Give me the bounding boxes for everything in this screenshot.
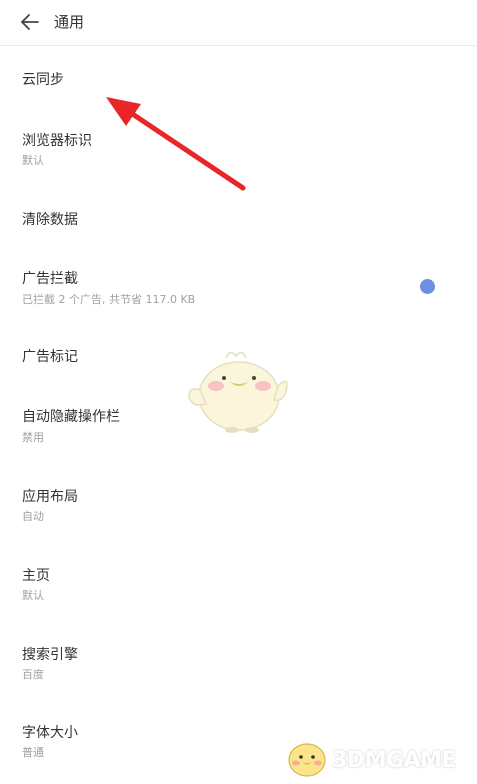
setting-title: 浏览器标识 bbox=[22, 133, 92, 149]
watermark-logo: 3DMGAME bbox=[284, 736, 474, 780]
setting-ad-block[interactable]: 广告拦截 已拦截 2 个广告, 共节省 117.0 KB bbox=[0, 248, 477, 338]
chick-mascot-icon bbox=[188, 351, 288, 433]
setting-clear-data[interactable]: 清除数据 bbox=[0, 186, 477, 248]
setting-title: 应用布局 bbox=[22, 489, 78, 505]
chick-logo-icon bbox=[288, 743, 326, 777]
setting-subtitle: 默认 bbox=[22, 589, 44, 602]
setting-title: 云同步 bbox=[22, 72, 64, 88]
setting-title: 字体大小 bbox=[22, 725, 78, 741]
setting-title: 广告标记 bbox=[22, 349, 78, 365]
back-button[interactable] bbox=[14, 6, 48, 38]
setting-cloud-sync[interactable]: 云同步 bbox=[0, 46, 477, 106]
setting-title: 广告拦截 bbox=[22, 271, 78, 287]
setting-subtitle: 普通 bbox=[22, 746, 44, 759]
setting-title: 搜索引擎 bbox=[22, 647, 78, 663]
setting-app-layout[interactable]: 应用布局 自动 bbox=[0, 476, 477, 554]
setting-subtitle: 禁用 bbox=[22, 431, 44, 444]
setting-title: 清除数据 bbox=[22, 212, 78, 228]
setting-homepage[interactable]: 主页 默认 bbox=[0, 554, 477, 634]
ad-block-toggle[interactable] bbox=[420, 279, 435, 294]
setting-subtitle: 默认 bbox=[22, 154, 44, 167]
setting-title: 自动隐藏操作栏 bbox=[22, 409, 120, 425]
arrow-left-icon bbox=[21, 14, 39, 30]
page-title: 通用 bbox=[54, 13, 85, 31]
setting-subtitle: 已拦截 2 个广告, 共节省 117.0 KB bbox=[22, 293, 196, 306]
setting-search-engine[interactable]: 搜索引擎 百度 bbox=[0, 634, 477, 712]
setting-subtitle: 百度 bbox=[22, 668, 44, 681]
setting-title: 主页 bbox=[22, 568, 50, 584]
setting-subtitle: 自动 bbox=[22, 510, 44, 523]
watermark-text: 3DMGAME bbox=[332, 748, 456, 773]
setting-browser-ua[interactable]: 浏览器标识 默认 bbox=[0, 106, 477, 186]
app-header: 通用 bbox=[0, 0, 477, 46]
